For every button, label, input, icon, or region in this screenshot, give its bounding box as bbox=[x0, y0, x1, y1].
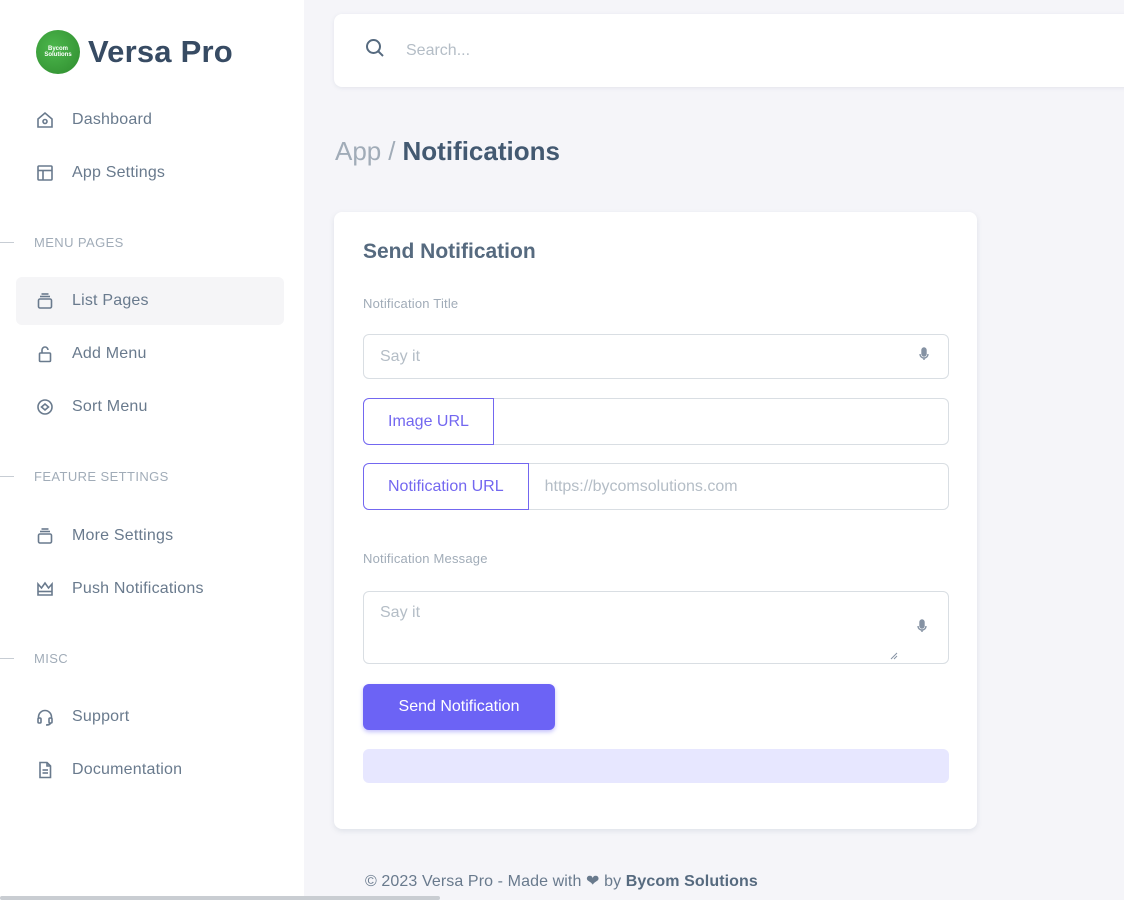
notification-title-input[interactable] bbox=[380, 347, 916, 366]
search-input[interactable] bbox=[406, 41, 706, 60]
headset-icon bbox=[34, 706, 56, 728]
brand-name: Versa Pro bbox=[88, 34, 233, 69]
footer-company-link[interactable]: Bycom Solutions bbox=[626, 873, 758, 890]
image-url-group: Image URL bbox=[363, 398, 949, 445]
sidebar-item-dashboard[interactable]: Dashboard bbox=[16, 96, 284, 144]
sidebar: Bycom Solutions Versa Pro Dashboard App … bbox=[0, 0, 304, 900]
stack-icon bbox=[34, 290, 56, 312]
sidebar-item-push-notifications[interactable]: Push Notifications bbox=[16, 565, 284, 613]
notification-message-label: Notification Message bbox=[363, 551, 488, 566]
section-divider bbox=[0, 657, 14, 659]
sidebar-item-label: Dashboard bbox=[72, 111, 153, 128]
stack-icon bbox=[34, 525, 56, 547]
breadcrumb-separator: / bbox=[388, 136, 396, 166]
circle-icon bbox=[34, 396, 56, 418]
section-header-label: FEATURE SETTINGS bbox=[34, 468, 169, 484]
breadcrumb-parent[interactable]: App bbox=[335, 136, 381, 167]
notification-title-wrapper bbox=[363, 334, 949, 379]
sidebar-item-documentation[interactable]: Documentation bbox=[16, 746, 284, 794]
notification-message-wrapper bbox=[363, 591, 949, 664]
footer: © 2023 Versa Pro - Made with ❤ by Bycom … bbox=[365, 871, 758, 891]
send-notification-card: Send Notification Notification Title Ima… bbox=[334, 212, 977, 829]
heart-icon: ❤ bbox=[586, 873, 600, 890]
sidebar-item-support[interactable]: Support bbox=[16, 693, 284, 741]
footer-by: by bbox=[604, 873, 622, 890]
notification-url-field-wrapper bbox=[528, 463, 949, 510]
sidebar-item-more-settings[interactable]: More Settings bbox=[16, 512, 284, 560]
image-url-addon: Image URL bbox=[363, 398, 494, 445]
page-title: Notifications bbox=[402, 136, 560, 166]
home-icon bbox=[34, 109, 56, 131]
breadcrumb: App / Notifications bbox=[335, 136, 560, 167]
microphone-icon[interactable] bbox=[916, 346, 932, 367]
footer-copyright: © 2023 Versa Pro - Made with bbox=[365, 873, 582, 890]
sidebar-item-label: List Pages bbox=[72, 292, 149, 309]
sidebar-item-label: More Settings bbox=[72, 527, 174, 544]
notification-url-input[interactable] bbox=[544, 477, 932, 496]
sidebar-item-sort-menu[interactable]: Sort Menu bbox=[16, 383, 284, 431]
sidebar-item-add-menu[interactable]: Add Menu bbox=[16, 330, 284, 378]
sidebar-item-label: Sort Menu bbox=[72, 398, 148, 415]
notification-title-label: Notification Title bbox=[363, 296, 459, 311]
sidebar-item-list-pages[interactable]: List Pages bbox=[16, 277, 284, 325]
lock-icon bbox=[34, 343, 56, 365]
sidebar-item-label: Support bbox=[72, 708, 130, 725]
top-search-bar bbox=[334, 14, 1124, 87]
card-title: Send Notification bbox=[363, 240, 536, 263]
document-icon bbox=[34, 759, 56, 781]
image-url-field-wrapper bbox=[493, 398, 949, 445]
section-header-misc: MISC bbox=[0, 650, 68, 666]
sidebar-item-label: Documentation bbox=[72, 761, 183, 778]
section-header-menu-pages: MENU PAGES bbox=[0, 234, 124, 250]
status-alert bbox=[363, 749, 949, 783]
brand[interactable]: Bycom Solutions Versa Pro bbox=[36, 30, 233, 74]
search-icon[interactable] bbox=[364, 37, 386, 64]
sidebar-item-app-settings[interactable]: App Settings bbox=[16, 149, 284, 197]
section-divider bbox=[0, 241, 14, 243]
notification-url-addon: Notification URL bbox=[363, 463, 529, 510]
horizontal-scrollbar[interactable] bbox=[0, 896, 440, 900]
section-header-label: MENU PAGES bbox=[34, 234, 124, 250]
section-header-feature-settings: FEATURE SETTINGS bbox=[0, 468, 169, 484]
section-divider bbox=[0, 475, 14, 477]
layout-icon bbox=[34, 162, 56, 184]
brand-logo: Bycom Solutions bbox=[36, 30, 80, 74]
send-notification-button[interactable]: Send Notification bbox=[363, 684, 555, 730]
sidebar-item-label: App Settings bbox=[72, 164, 166, 181]
sidebar-item-label: Add Menu bbox=[72, 345, 147, 362]
brand-logo-text: Bycom Solutions bbox=[44, 46, 72, 58]
crown-icon bbox=[34, 578, 56, 600]
image-url-input[interactable] bbox=[509, 412, 932, 431]
sidebar-item-label: Push Notifications bbox=[72, 580, 204, 597]
notification-message-textarea[interactable] bbox=[380, 604, 900, 652]
section-header-label: MISC bbox=[34, 650, 69, 666]
notification-url-group: Notification URL bbox=[363, 463, 949, 510]
